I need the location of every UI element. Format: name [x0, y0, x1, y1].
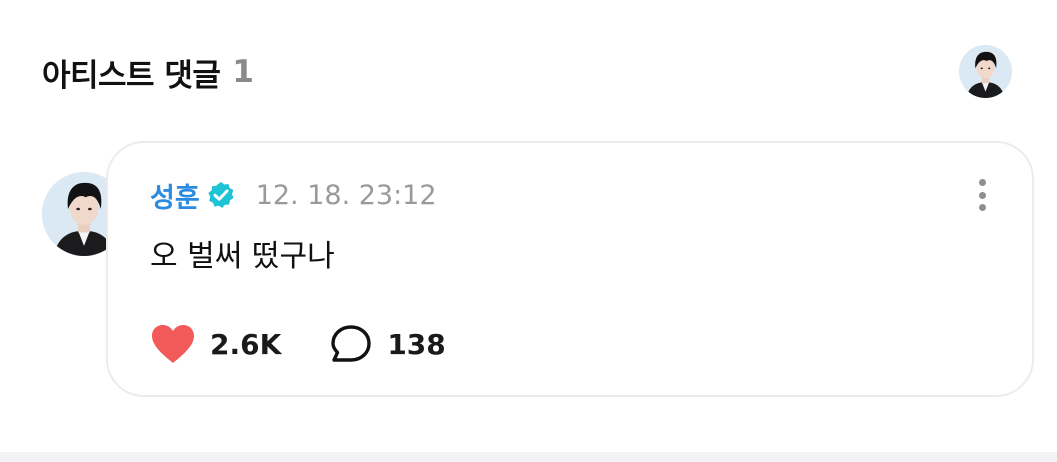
- reply-button[interactable]: 138: [329, 323, 446, 365]
- header-artist-avatar[interactable]: [959, 45, 1012, 98]
- reply-count: 138: [387, 327, 446, 361]
- speech-bubble-icon: [331, 325, 372, 362]
- comment-timestamp: 12. 18. 23:12: [255, 179, 437, 211]
- verified-badge-icon: [208, 181, 234, 208]
- comment-actions: 2.6K 138: [150, 321, 446, 367]
- more-vertical-icon-dot: [978, 179, 986, 186]
- like-count: 2.6K: [210, 327, 282, 361]
- comment-author[interactable]: 성훈: [150, 176, 200, 215]
- comment-meta: 성훈 12. 18. 23:12: [150, 175, 437, 215]
- comment-card: 성훈 12. 18. 23:12 오 벌써 떴구나 2.6K 138: [106, 141, 1034, 397]
- avatar-icon: [959, 45, 1012, 98]
- section-divider: [0, 452, 1057, 462]
- section-header: 아티스트 댓글 1: [42, 50, 254, 94]
- comment-count: 1: [232, 54, 254, 90]
- more-vertical-icon-dot: [978, 204, 986, 211]
- comment-text: 오 벌써 떴구나: [150, 239, 335, 274]
- like-button[interactable]: 2.6K: [150, 323, 281, 365]
- more-vertical-icon-dot: [978, 191, 986, 199]
- section-title: 아티스트 댓글: [42, 57, 221, 94]
- heart-icon: [152, 325, 194, 363]
- more-options-button[interactable]: [970, 177, 994, 213]
